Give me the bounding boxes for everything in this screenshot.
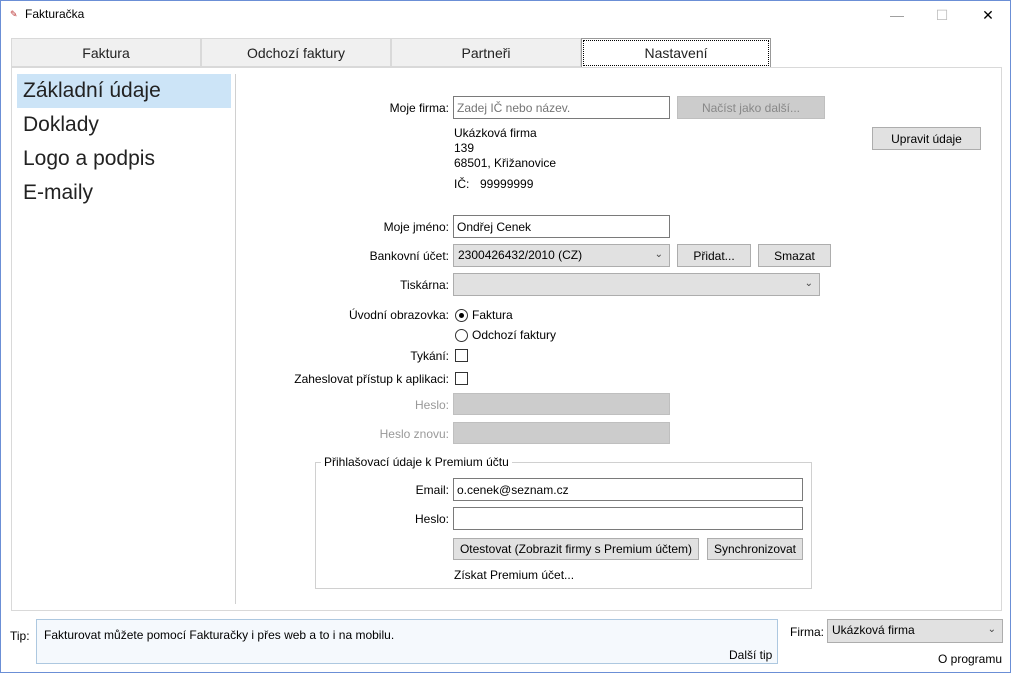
delete-bank-button[interactable]: Smazat [758,244,831,267]
bank-label: Bankovní účet: [369,249,449,263]
firma-select-value: Ukázková firma [832,623,915,637]
test-premium-button[interactable]: Otestovat (Zobrazit firmy s Premium účte… [453,538,699,560]
get-premium-link[interactable]: Získat Premium účet... [454,568,574,582]
tab-faktura[interactable]: Faktura [11,38,201,67]
printer-select[interactable]: ⌄ [453,273,820,296]
password-again-label: Heslo znovu: [379,427,449,441]
app-icon: ✎ [10,9,18,19]
sidebar-item-e-maily[interactable]: E-maily [17,176,231,210]
premium-email-input[interactable] [453,478,803,501]
sidebar-item-doklady[interactable]: Doklady [17,108,231,142]
radio-faktura[interactable]: Faktura [455,308,513,322]
radio-odchozi-faktury[interactable]: Odchozí faktury [455,328,556,342]
radio-icon [455,328,468,342]
tab-bar: Faktura Odchozí faktury Partneři Nastave… [11,38,771,68]
sidebar-item-logo-a-podpis[interactable]: Logo a podpis [17,142,231,176]
ic-value: 99999999 [480,177,534,191]
load-as-next-button[interactable]: Načíst jako další... [677,96,825,119]
settings-sidebar: Základní údaje Doklady Logo a podpis E-m… [17,74,231,210]
ic-label: IČ: [454,177,470,191]
maximize-button[interactable]: ☐ [919,1,965,29]
radio-icon [455,308,468,322]
sidebar-item-zakladni-udaje[interactable]: Základní údaje [17,74,231,108]
company-name: Ukázková firma [454,126,537,140]
email-label: Email: [415,483,449,497]
minimize-button[interactable]: — [874,1,920,29]
lock-checkbox[interactable] [455,372,468,385]
premium-legend: Přihlašovací údaje k Premium účtu [321,455,512,469]
bank-account-select[interactable]: 2300426432/2010 (CZ) ⌄ [453,244,670,267]
premium-password-input[interactable] [453,507,803,530]
firma-select[interactable]: Ukázková firma ⌄ [827,619,1003,643]
chevron-down-icon: ⌄ [804,278,813,289]
tip-label: Tip: [10,629,30,643]
password-label: Heslo: [414,398,449,412]
tykani-checkbox[interactable] [455,349,468,362]
lock-label: Zaheslovat přístup k aplikaci: [294,372,449,386]
moje-firma-label: Moje firma: [389,101,449,115]
add-bank-button[interactable]: Přidat... [677,244,751,267]
close-button[interactable]: ✕ [965,1,1011,29]
password-again-input[interactable] [453,422,670,444]
firma-label: Firma: [790,625,824,639]
moje-jmeno-label: Moje jméno: [383,220,449,234]
window-title: Fakturačka [25,7,85,21]
sync-button[interactable]: Synchronizovat [707,538,803,560]
company-street: 139 [454,141,475,155]
company-city: 68501, Křižanovice [454,156,557,170]
firma-search-input[interactable] [453,96,670,119]
name-input[interactable] [453,215,670,238]
tab-partneri[interactable]: Partneři [391,38,581,67]
premium-password-label: Heslo: [414,512,449,526]
divider [235,74,236,604]
chevron-down-icon: ⌄ [987,624,996,635]
start-screen-label: Úvodní obrazovka: [348,308,449,322]
tip-text: Fakturovat můžete pomocí Fakturačky i př… [44,628,395,642]
tykani-label: Tykání: [410,349,449,363]
edit-company-button[interactable]: Upravit údaje [872,127,981,150]
chevron-down-icon: ⌄ [654,249,663,260]
radio-label: Odchozí faktury [472,328,557,342]
printer-label: Tiskárna: [400,278,449,292]
tab-odchozi-faktury[interactable]: Odchozí faktury [201,38,391,67]
app-window: ✎ Fakturačka — ☐ ✕ Faktura Odchozí faktu… [0,0,1011,673]
about-link[interactable]: O programu [938,652,1002,666]
next-tip-link[interactable]: Další tip [729,648,772,662]
bank-account-value: 2300426432/2010 (CZ) [458,248,583,262]
password-input[interactable] [453,393,670,415]
radio-label: Faktura [472,308,513,322]
tab-nastaveni[interactable]: Nastavení [581,38,771,68]
